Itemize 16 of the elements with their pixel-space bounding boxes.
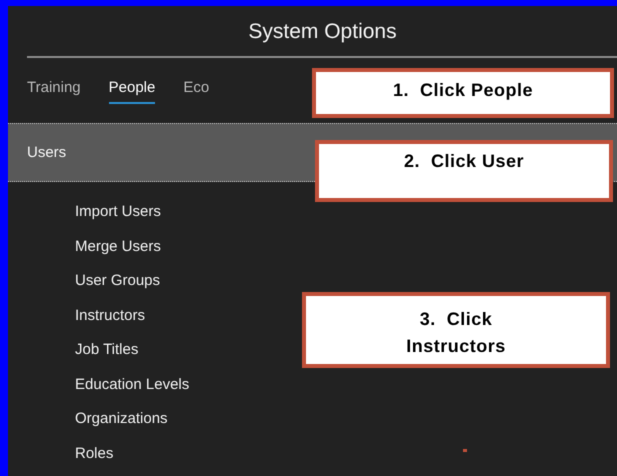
- window-title: System Options: [247, 19, 398, 45]
- dot-mark: [463, 449, 467, 452]
- menu-item[interactable]: User Groups: [75, 271, 160, 290]
- callout-tooltip: 1. Click People: [312, 68, 614, 118]
- tab[interactable]: People: [108, 78, 156, 104]
- menu-item[interactable]: Job Titles: [75, 340, 138, 360]
- menu-item[interactable]: Roles: [75, 444, 114, 463]
- menu-item[interactable]: Education Levels: [75, 374, 190, 394]
- callout-tooltip: 2. Click User: [315, 140, 613, 202]
- callout-tooltip: 3. Click Instructors: [302, 292, 610, 368]
- menu-item[interactable]: Instructors: [75, 306, 146, 325]
- menu-item[interactable]: Import Users: [75, 202, 161, 222]
- tab[interactable]: Training: [27, 78, 81, 104]
- tab[interactable]: Eco: [183, 78, 210, 104]
- menu-item[interactable]: Merge Users: [75, 236, 161, 256]
- menu-item[interactable]: Organizations: [75, 409, 168, 428]
